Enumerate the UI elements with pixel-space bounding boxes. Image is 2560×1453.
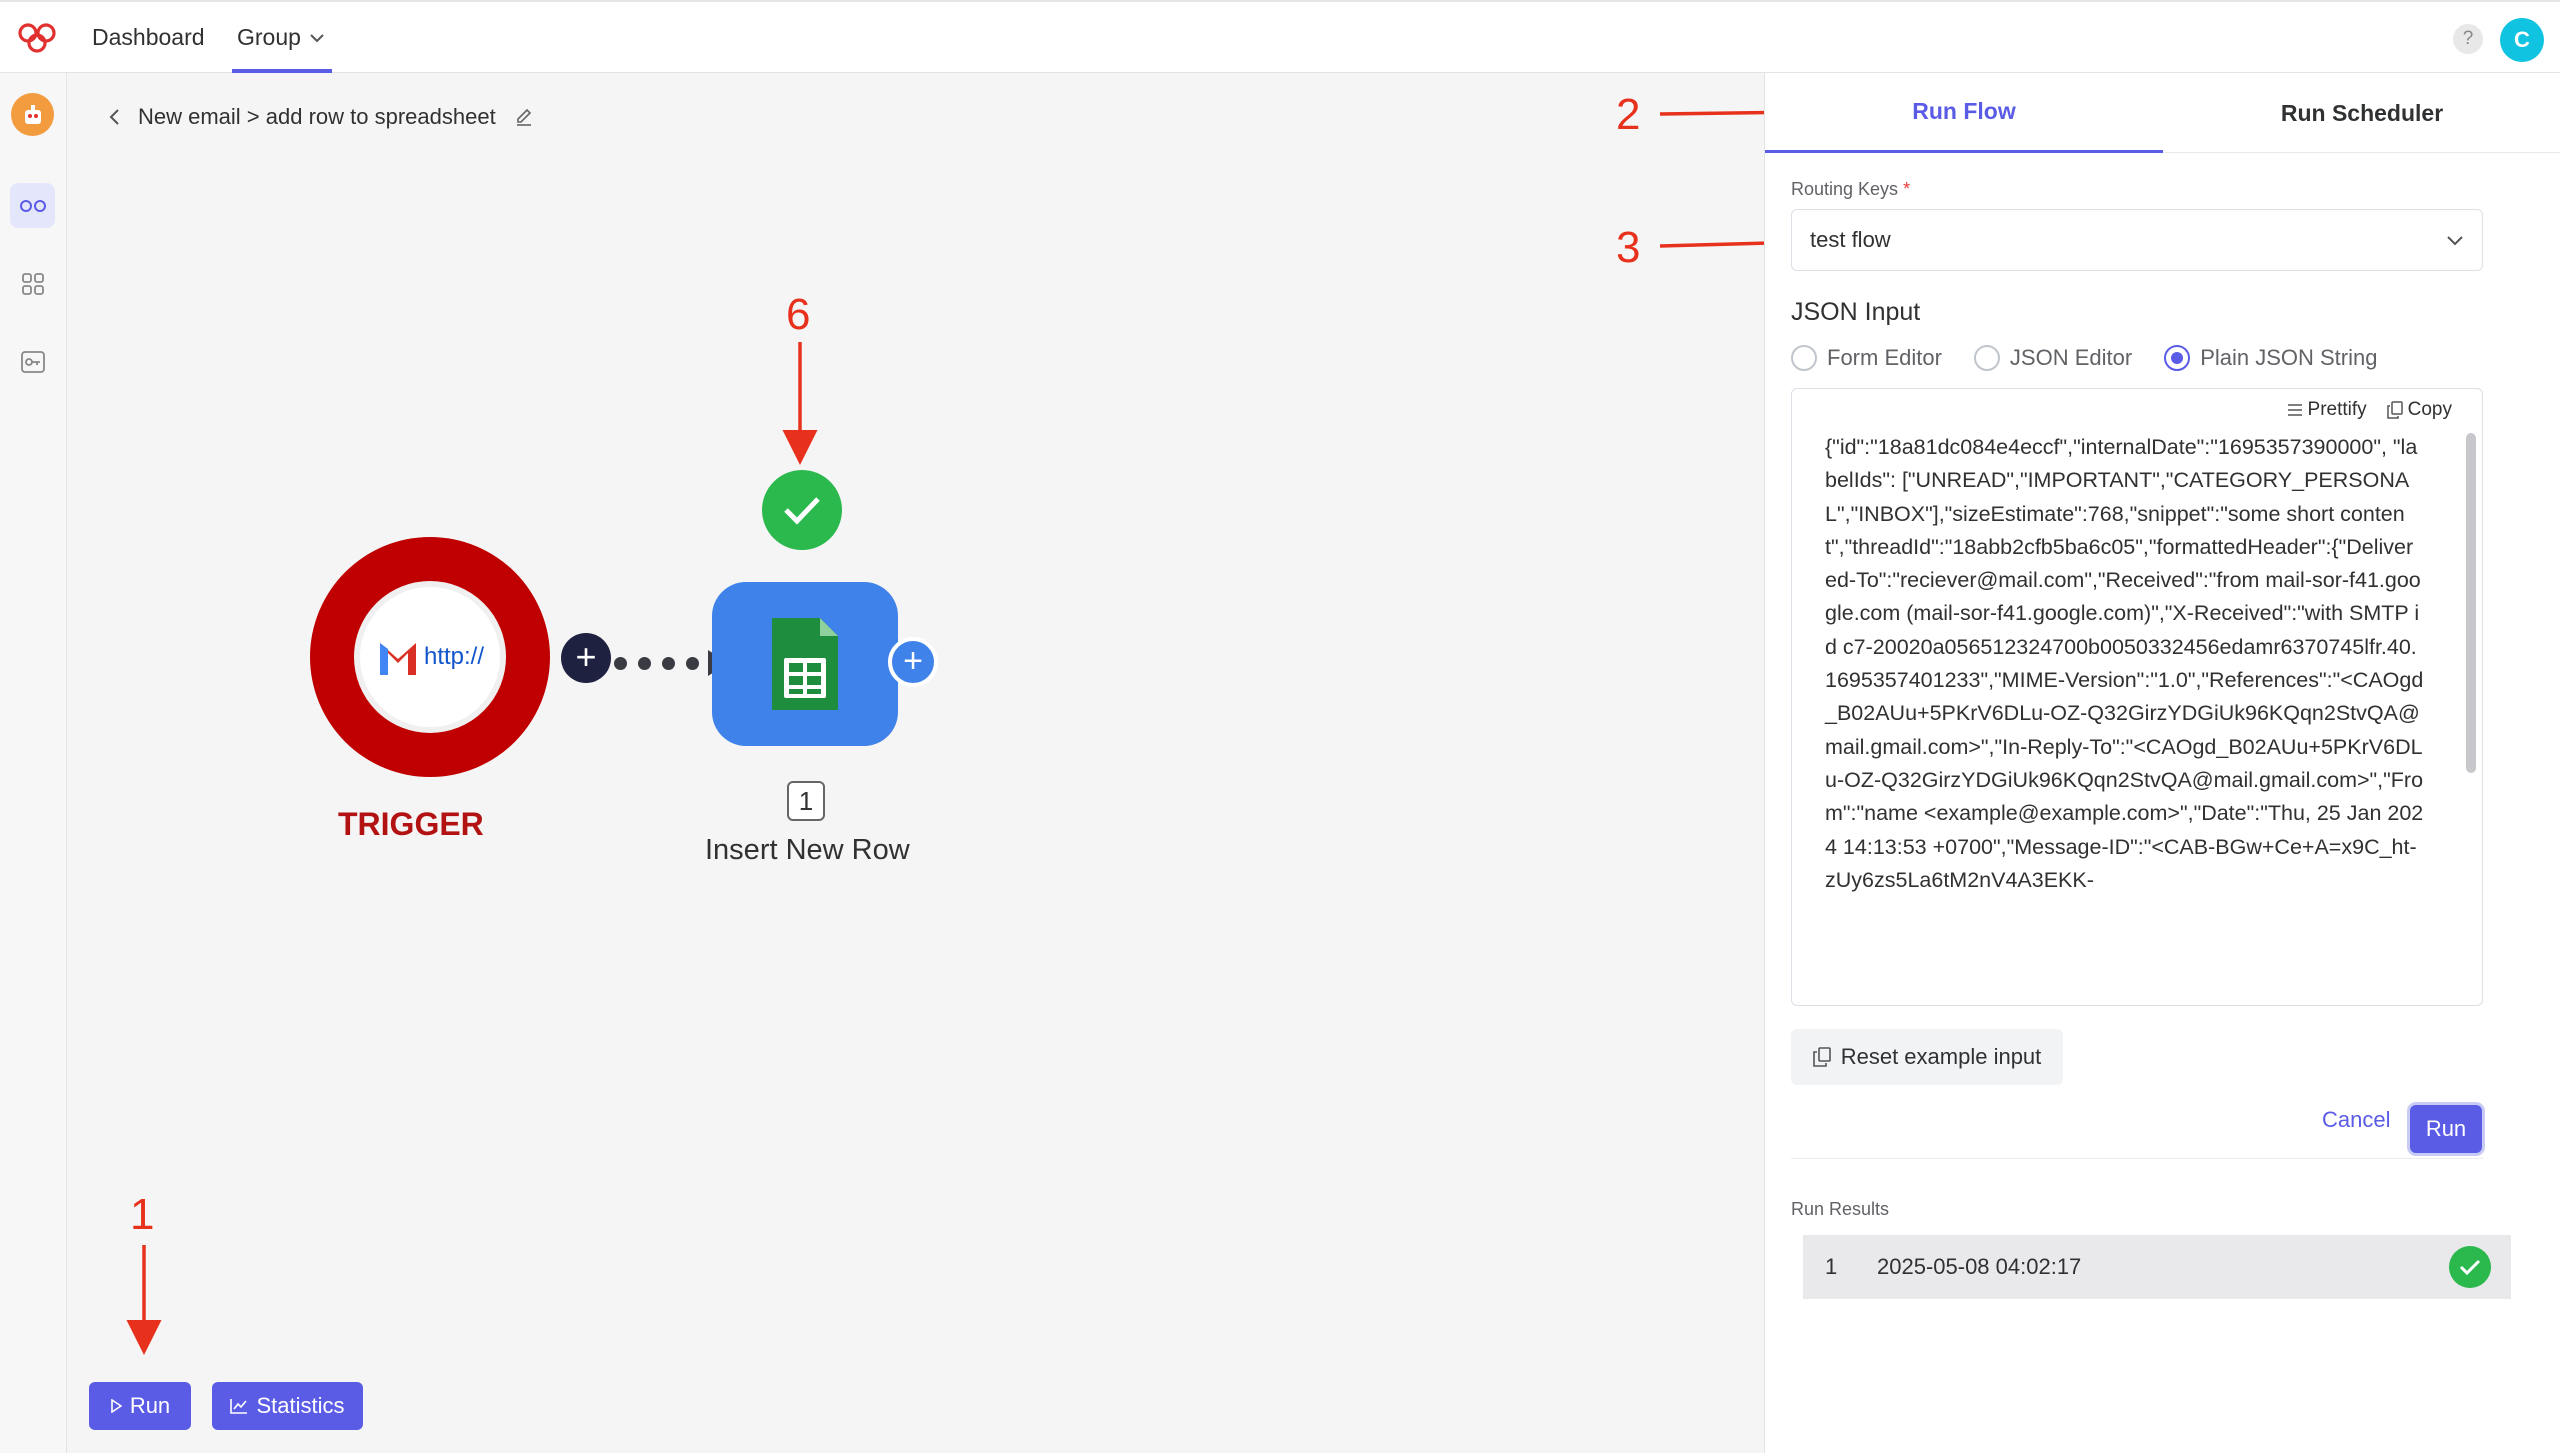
divider <box>1791 1158 2483 1159</box>
routing-keys-value: test flow <box>1810 227 1891 252</box>
top-navigation-bar: Dashboard Group ? C <box>0 0 2560 74</box>
json-mode-radio-group: Form Editor JSON Editor Plain JSON Strin… <box>1791 345 2377 371</box>
json-scrollbar[interactable] <box>2466 433 2476 773</box>
required-mark: * <box>1903 179 1911 199</box>
flow-title: New email > add row to spreadsheet <box>138 104 496 129</box>
json-input-text: {"id":"18a81dc084e4eccf","internalDate":… <box>1825 435 2424 892</box>
trigger-icon-frame: http:// <box>354 581 506 733</box>
step-success-check-icon <box>762 470 842 550</box>
radio-circle[interactable] <box>1973 345 2000 371</box>
grid-icon <box>21 272 44 295</box>
run-results-label: Run Results <box>1791 1199 1890 1219</box>
sidebar-item-flows[interactable] <box>10 183 55 228</box>
http-label: http:// <box>423 643 485 670</box>
result-index: 1 <box>1825 1254 1838 1279</box>
run-result-row[interactable]: 1 2025-05-08 04:02:17 <box>1803 1235 2511 1299</box>
panel-tabs: Run Flow Run Scheduler <box>1765 73 2560 153</box>
chart-icon <box>230 1399 248 1414</box>
annotation-number-3: 3 <box>1616 223 1641 272</box>
routing-keys-label-text: Routing Keys <box>1791 179 1899 199</box>
annotation-number-2: 2 <box>1616 90 1641 139</box>
nav-group[interactable]: Group <box>237 24 325 51</box>
radio-circle[interactable] <box>1791 345 1817 371</box>
lines-icon <box>2287 404 2302 416</box>
prettify-label: Prettify <box>2307 399 2367 420</box>
copy-icon <box>2386 401 2403 419</box>
chevron-down-icon <box>310 33 324 42</box>
play-icon <box>111 1399 122 1413</box>
radio-circle-selected[interactable] <box>2164 345 2191 371</box>
json-toolbar: Prettify Copy <box>2287 399 2452 421</box>
json-input-heading: JSON Input <box>1791 298 1921 326</box>
routing-keys-select[interactable]: test flow <box>1791 209 2483 271</box>
routing-keys-label: Routing Keys * <box>1791 179 1910 200</box>
robot-icon <box>24 104 41 124</box>
nav-group-label: Group <box>237 24 301 50</box>
run-button-label: Run <box>129 1393 171 1418</box>
run-flow-panel: Run Flow Run Scheduler Routing Keys * te… <box>1764 73 2560 1453</box>
left-sidebar <box>0 73 67 1453</box>
reset-example-input-label: Reset example input <box>1840 1044 2042 1069</box>
edit-pencil-icon[interactable] <box>514 107 534 127</box>
tab-run-scheduler[interactable]: Run Scheduler <box>2163 73 2560 153</box>
connector-dot <box>638 656 651 670</box>
copy-button[interactable]: Copy <box>2386 399 2452 421</box>
flow-icon <box>19 199 46 212</box>
trigger-node[interactable]: http:// <box>310 537 550 777</box>
statistics-button-label: Statistics <box>256 1393 345 1418</box>
add-step-button[interactable]: + <box>561 633 611 683</box>
json-input-textarea[interactable]: Prettify Copy {"id":"18a81dc084e4eccf","… <box>1791 388 2483 1006</box>
radio-form-editor-label: Form Editor <box>1827 345 1942 370</box>
radio-json-editor-label: JSON Editor <box>2009 345 2133 370</box>
key-icon <box>20 350 45 373</box>
success-check-icon <box>2449 1246 2491 1288</box>
sidebar-item-credentials[interactable] <box>10 339 55 384</box>
copy-icon <box>1812 1047 1831 1067</box>
help-icon[interactable]: ? <box>2453 24 2483 54</box>
statistics-button[interactable]: Statistics <box>212 1382 363 1430</box>
back-chevron-icon[interactable] <box>108 108 120 126</box>
chevron-down-icon <box>2447 235 2463 245</box>
google-sheets-icon <box>772 618 838 710</box>
insert-row-step-node[interactable] <box>712 582 898 746</box>
trigger-label: TRIGGER <box>338 806 484 842</box>
run-button[interactable]: Run <box>2410 1105 2482 1153</box>
app-logo-icon[interactable] <box>16 21 58 55</box>
copy-label: Copy <box>2407 399 2452 420</box>
add-next-step-button[interactable]: + <box>888 637 938 687</box>
connector-line <box>614 650 728 676</box>
radio-json-editor[interactable]: JSON Editor <box>1973 345 2133 371</box>
step-label: Insert New Row <box>705 834 910 866</box>
result-timestamp: 2025-05-08 04:02:17 <box>1877 1254 2082 1279</box>
breadcrumb: New email > add row to spreadsheet <box>108 104 534 130</box>
cancel-button[interactable]: Cancel <box>2322 1107 2390 1133</box>
tab-run-flow[interactable]: Run Flow <box>1765 73 2163 153</box>
reset-example-input-button[interactable]: Reset example input <box>1791 1029 2063 1085</box>
nav-dashboard[interactable]: Dashboard <box>92 24 205 51</box>
radio-plain-json-string[interactable]: Plain JSON String <box>2164 345 2377 371</box>
workspace-avatar[interactable] <box>11 93 54 136</box>
run-flow-button[interactable]: Run <box>89 1382 191 1430</box>
annotation-number-1: 1 <box>130 1190 155 1239</box>
flow-canvas[interactable] <box>67 73 1764 1453</box>
user-avatar[interactable]: C <box>2500 18 2544 62</box>
radio-form-editor[interactable]: Form Editor <box>1791 345 1942 371</box>
annotation-number-6: 6 <box>786 290 811 339</box>
sidebar-item-apps[interactable] <box>10 261 55 306</box>
prettify-button[interactable]: Prettify <box>2287 399 2367 421</box>
connector-dot <box>614 656 627 670</box>
step-number-badge: 1 <box>787 781 825 821</box>
connector-dot <box>662 656 675 670</box>
radio-plain-json-label: Plain JSON String <box>2200 345 2378 370</box>
gmail-icon <box>379 643 416 675</box>
connector-dot <box>686 656 699 670</box>
